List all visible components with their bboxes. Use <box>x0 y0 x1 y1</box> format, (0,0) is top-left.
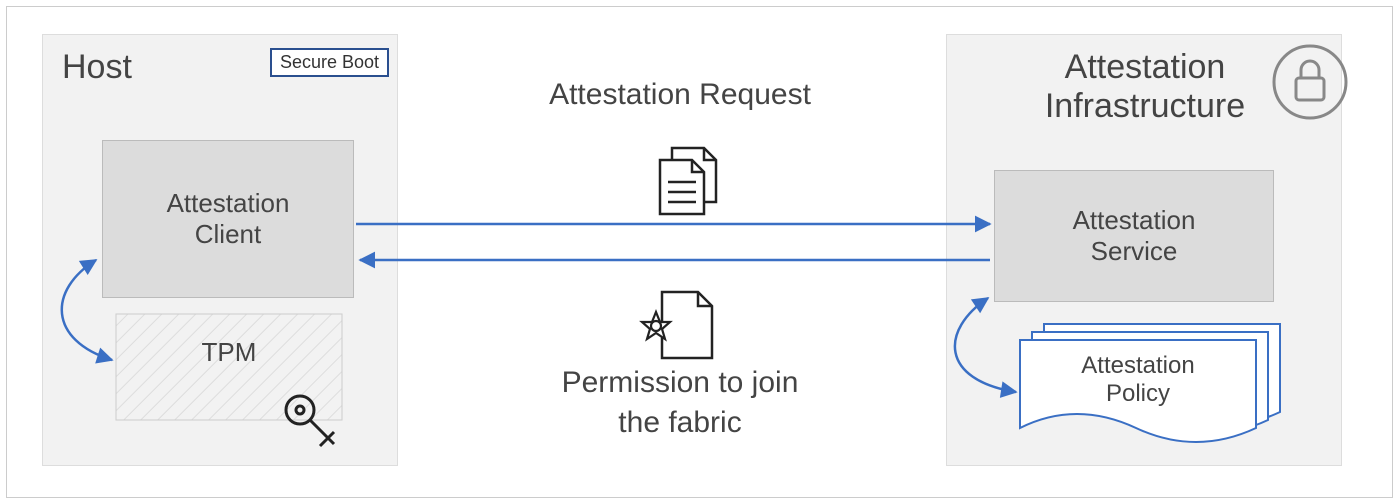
attestation-service-label-1: Attestation <box>1073 205 1196 236</box>
attestation-service-label-2: Service <box>1091 236 1178 267</box>
attestation-client-label-1: Attestation <box>167 188 290 219</box>
permission-label-2: the fabric <box>480 406 880 440</box>
ai-title-line2: Infrastructure <box>1045 87 1245 125</box>
attestation-service-box: Attestation Service <box>994 170 1274 302</box>
tpm-label: TPM <box>202 337 257 368</box>
attestation-client-box: Attestation Client <box>102 140 354 298</box>
secure-boot-badge: Secure Boot <box>270 48 389 77</box>
permission-label-1: Permission to join <box>480 366 880 400</box>
policy-label-2: Policy <box>1106 380 1170 407</box>
ai-title-line1: Attestation <box>1065 48 1226 86</box>
attestation-policy-box: Attestation Policy <box>1020 352 1256 408</box>
tpm-box: TPM <box>116 314 342 420</box>
attestation-request-label: Attestation Request <box>480 78 880 112</box>
attestation-infra-title: Attestation Infrastructure <box>1010 48 1280 126</box>
host-title: Host <box>62 48 132 87</box>
attestation-client-label-2: Client <box>195 219 261 250</box>
policy-label-1: Attestation <box>1081 352 1194 379</box>
